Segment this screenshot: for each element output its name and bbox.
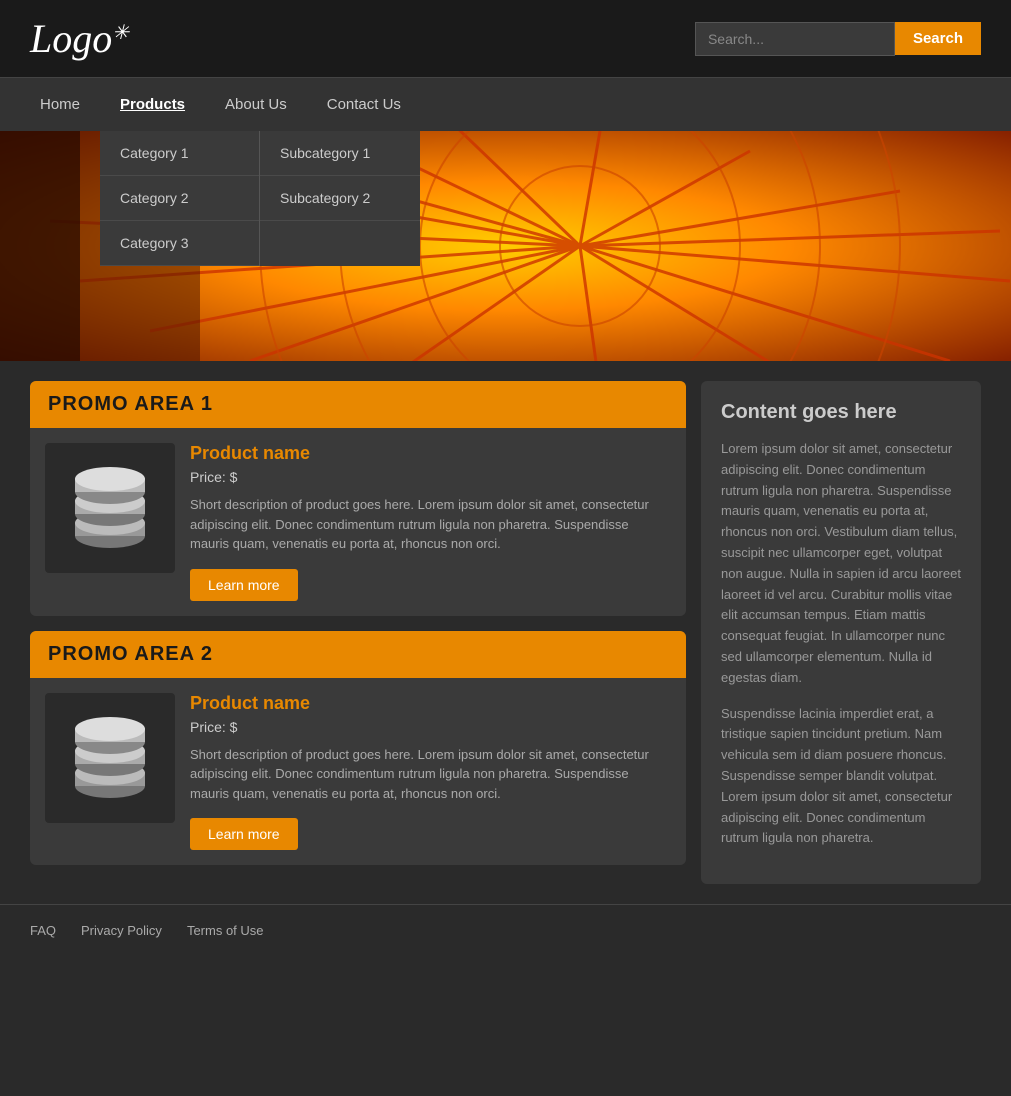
- dropdown-col-2: Subcategory 1 Subcategory 2: [260, 131, 420, 266]
- product-name-1: Product name: [190, 443, 671, 464]
- product-desc-1: Short description of product goes here. …: [190, 495, 671, 554]
- nav: Home Products Category 1 Category 2 Cate…: [0, 77, 1011, 131]
- logo-text: Logo: [30, 15, 112, 62]
- promo-body-1: Product name Price: $ Short description …: [30, 428, 686, 616]
- learn-more-button-1[interactable]: Learn more: [190, 569, 298, 601]
- dropdown-item-cat2[interactable]: Category 2: [100, 176, 259, 221]
- dropdown-item-subcat2[interactable]: Subcategory 2: [260, 176, 420, 221]
- search-input[interactable]: [695, 22, 895, 56]
- product-desc-2: Short description of product goes here. …: [190, 745, 671, 804]
- promo-title-1: PROMO AREA 1: [48, 393, 213, 415]
- footer-link-privacy[interactable]: Privacy Policy: [81, 923, 162, 938]
- nav-link-about[interactable]: About Us: [205, 78, 307, 131]
- product-image-1: [45, 443, 175, 573]
- product-price-2: Price: $: [190, 719, 671, 735]
- promo-area-1: PROMO AREA 1: [30, 381, 686, 616]
- nav-link-products[interactable]: Products: [100, 78, 205, 131]
- sidebar-paragraph-2: Suspendisse lacinia imperdiet erat, a tr…: [721, 704, 961, 850]
- footer-link-terms[interactable]: Terms of Use: [187, 923, 264, 938]
- dropdown-item-cat3[interactable]: Category 3: [100, 221, 259, 266]
- search-button[interactable]: Search: [895, 22, 981, 55]
- dropdown-item-subcat1[interactable]: Subcategory 1: [260, 131, 420, 176]
- product-name-2: Product name: [190, 693, 671, 714]
- nav-list: Home Products Category 1 Category 2 Cate…: [0, 78, 1011, 131]
- sidebar-content: Content goes here Lorem ipsum dolor sit …: [701, 381, 981, 884]
- logo-asterisk: ✳: [112, 20, 129, 45]
- nav-link-home[interactable]: Home: [20, 78, 100, 131]
- product-info-2: Product name Price: $ Short description …: [190, 693, 671, 851]
- sidebar-title: Content goes here: [721, 401, 961, 424]
- promo-header-2: PROMO AREA 2: [30, 631, 686, 678]
- nav-link-contact[interactable]: Contact Us: [307, 78, 421, 131]
- product-image-2: [45, 693, 175, 823]
- header: Logo✳ Search: [0, 0, 1011, 77]
- promo-header-1: PROMO AREA 1: [30, 381, 686, 428]
- footer-link-faq[interactable]: FAQ: [30, 923, 56, 938]
- product-price-1: Price: $: [190, 469, 671, 485]
- sidebar-paragraph-1: Lorem ipsum dolor sit amet, consectetur …: [721, 439, 961, 689]
- nav-dropdown: Category 1 Category 2 Category 3 Subcate…: [100, 131, 420, 266]
- nav-item-home: Home: [20, 78, 100, 131]
- promo-area-2: PROMO AREA 2: [30, 631, 686, 866]
- promo-title-2: PROMO AREA 2: [48, 643, 213, 665]
- footer: FAQ Privacy Policy Terms of Use: [0, 904, 1011, 956]
- nav-item-products: Products Category 1 Category 2 Category …: [100, 78, 205, 131]
- right-column: Content goes here Lorem ipsum dolor sit …: [701, 381, 981, 884]
- dropdown-col-1: Category 1 Category 2 Category 3: [100, 131, 260, 266]
- nav-item-about: About Us: [205, 78, 307, 131]
- nav-item-contact: Contact Us: [307, 78, 421, 131]
- main-content: PROMO AREA 1: [0, 361, 1011, 904]
- search-area: Search: [695, 22, 981, 56]
- left-column: PROMO AREA 1: [30, 381, 686, 884]
- dropdown-item-cat1[interactable]: Category 1: [100, 131, 259, 176]
- logo: Logo✳: [30, 15, 129, 62]
- learn-more-button-2[interactable]: Learn more: [190, 818, 298, 850]
- product-info-1: Product name Price: $ Short description …: [190, 443, 671, 601]
- promo-body-2: Product name Price: $ Short description …: [30, 678, 686, 866]
